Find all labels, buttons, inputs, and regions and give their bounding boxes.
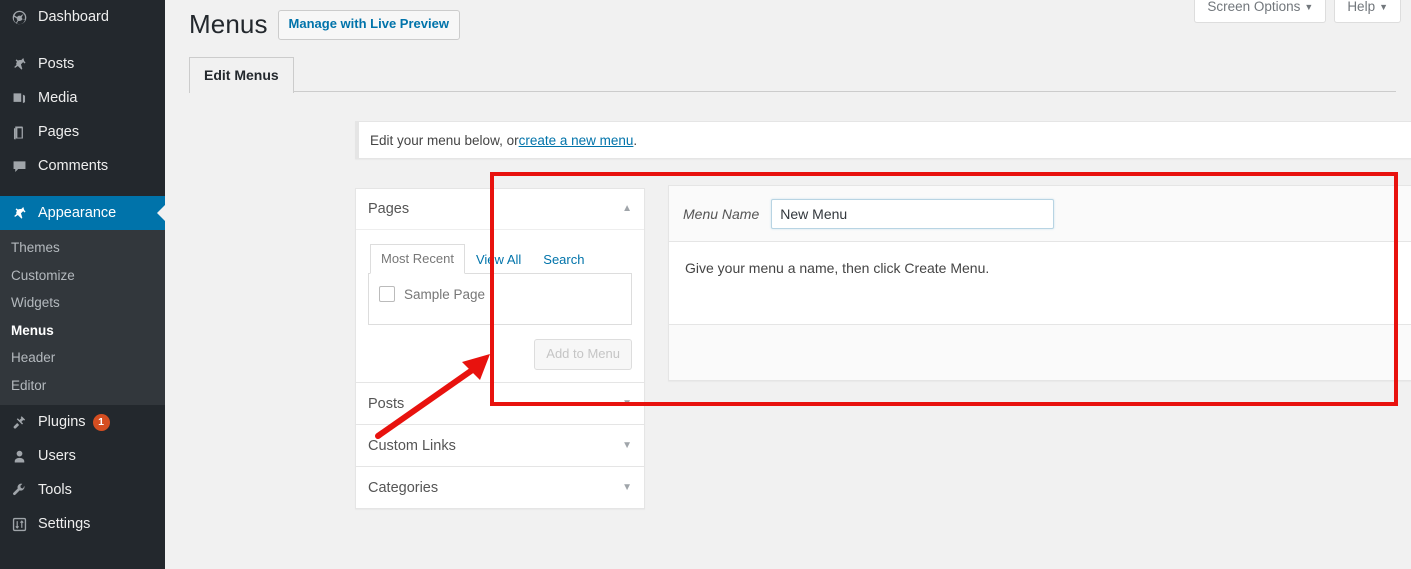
create-a-new-menu-link[interactable]: create a new menu [519,133,634,148]
submenu-item-editor[interactable]: Editor [0,372,165,400]
accordion-panel-custom-links: Custom Links ▼ [355,424,645,467]
sidebar-item-plugins[interactable]: Plugins 1 [0,405,165,439]
settings-sliders-icon [9,514,29,534]
comment-icon [9,156,29,176]
sidebar-item-label: Plugins [38,414,86,431]
accordion-body-pages: Most Recent View All Search Sample Page … [356,230,644,382]
help-label: Help [1347,0,1376,14]
accordion-title: Pages [368,201,410,217]
sidebar-divider [0,34,165,47]
screen-options-button[interactable]: Screen Options ▼ [1194,0,1327,23]
sidebar-item-label: Posts [38,56,75,72]
user-icon [9,446,29,466]
submenu-item-header[interactable]: Header [0,344,165,372]
sidebar-item-appearance[interactable]: Appearance [0,196,165,230]
menu-editor-panel: Menu Name Create Menu Give your menu a n… [668,185,1411,381]
sidebar-item-label: Pages [38,124,80,140]
screen-options-label: Screen Options [1207,0,1301,14]
chevron-down-icon: ▼ [1304,2,1314,12]
submenu-item-themes[interactable]: Themes [0,234,165,262]
sidebar-divider [0,183,165,196]
sidebar-item-label: Users [38,448,76,465]
tab-edit-menus[interactable]: Edit Menus [189,57,294,93]
tab-most-recent[interactable]: Most Recent [370,244,465,275]
chevron-down-icon: ▼ [622,481,632,493]
accordion-header-categories[interactable]: Categories ▼ [356,467,644,509]
accordion-title: Custom Links [368,437,456,454]
sidebar-item-dashboard[interactable]: Dashboard [0,0,165,34]
chevron-down-icon: ▼ [1379,2,1388,12]
help-button[interactable]: Help ▼ [1334,0,1401,23]
submenu-item-widgets[interactable]: Widgets [0,289,165,317]
sidebar-item-label: Settings [38,516,91,533]
admin-sidebar: Dashboard Posts Media Pages Comments App… [0,0,165,569]
sidebar-item-posts[interactable]: Posts [0,47,165,81]
tab-strip: Edit Menus [189,57,1396,93]
accordion-title: Posts [368,395,405,412]
pin-icon [9,54,29,74]
page-header: Menus Manage with Live Preview [189,8,460,42]
appearance-submenu: Themes Customize Widgets Menus Header Ed… [0,230,165,406]
accordion-header-custom-links[interactable]: Custom Links ▼ [356,425,644,467]
tab-search[interactable]: Search [532,245,595,274]
screen-meta-links: Screen Options ▼ Help ▼ [1194,0,1401,23]
dashboard-icon [9,7,29,27]
list-item-label: Sample Page [404,286,486,302]
menu-instruction-text: Give your menu a name, then click Create… [685,260,990,276]
chevron-down-icon: ▼ [622,397,632,409]
submenu-item-customize[interactable]: Customize [0,262,165,290]
menu-name-label: Menu Name [683,205,760,222]
menu-items-accordion: Pages ▲ Most Recent View All Search Samp… [355,188,645,510]
tab-view-all[interactable]: View All [465,245,532,274]
sidebar-item-label: Comments [38,158,109,174]
plug-icon [9,412,29,432]
sidebar-item-comments[interactable]: Comments [0,149,165,183]
sidebar-item-media[interactable]: Media [0,81,165,115]
accordion-panel-posts: Posts ▼ [355,382,645,425]
sidebar-item-label: Dashboard [38,9,109,25]
accordion-title: Categories [368,479,439,496]
main-content-area: Screen Options ▼ Help ▼ Menus Manage with … [165,0,1411,569]
accordion-panel-categories: Categories ▼ [355,466,645,510]
chevron-up-icon: ▲ [622,203,632,214]
notice-text-before: Edit your menu below, or [370,132,519,148]
notice-bar: Edit your menu below, or create a new me… [355,121,1411,159]
menu-name-row: Menu Name Create Menu [669,186,1411,242]
pages-tabs: Most Recent View All Search [368,244,632,275]
pages-actions: Add to Menu [368,325,632,371]
sidebar-item-tools[interactable]: Tools [0,473,165,507]
pages-list: Sample Page [368,274,632,326]
chevron-down-icon: ▼ [622,439,632,451]
menu-panel-footer: Create Menu [669,324,1411,380]
submenu-item-menus[interactable]: Menus [0,317,165,345]
manage-with-live-preview-button[interactable]: Manage with Live Preview [277,9,460,40]
wordpress-admin-screen: Dashboard Posts Media Pages Comments App… [0,0,1411,569]
sidebar-item-label: Tools [38,482,72,499]
menu-instruction-area: Give your menu a name, then click Create… [669,242,1411,324]
accordion-panel-pages: Pages ▲ Most Recent View All Search Samp… [355,188,645,383]
accordion-header-pages[interactable]: Pages ▲ [356,189,644,230]
add-to-menu-button[interactable]: Add to Menu [534,339,632,371]
media-icon [9,88,29,108]
sidebar-item-users[interactable]: Users [0,439,165,473]
plugins-update-badge: 1 [92,413,110,431]
sidebar-item-label: Appearance [38,205,117,221]
notice-text-after: . [633,132,638,148]
list-item[interactable]: Sample Page [379,284,621,304]
accordion-header-posts[interactable]: Posts ▼ [356,383,644,425]
sidebar-item-label: Media [38,90,78,106]
page-icon [9,122,29,142]
appearance-brush-icon [9,203,29,223]
checkbox-sample-page[interactable] [379,286,395,303]
sidebar-item-pages[interactable]: Pages [0,115,165,149]
page-title: Menus [189,9,268,39]
menu-name-input[interactable] [771,198,1055,229]
wrench-icon [9,480,29,500]
sidebar-item-settings[interactable]: Settings [0,507,165,541]
